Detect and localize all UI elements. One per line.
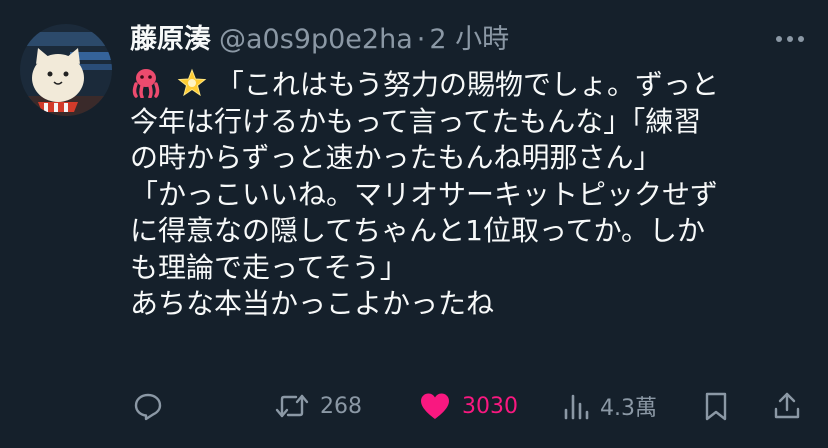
- share-icon: [774, 392, 800, 419]
- tweet-line: あちな本当かっこよかったね: [130, 287, 495, 320]
- tweet-line: 「これはもう努力の賜物でしょ。ずっと: [130, 67, 810, 104]
- tweet-text: 「これはもう努力の賜物でしょ。ずっと 今年は行けるかもって言ってたもんな」「練習…: [130, 67, 810, 323]
- retweet-count: 268: [320, 393, 362, 419]
- octopus-emoji: [130, 68, 162, 108]
- tweet-line-text: 「これはもう努力の賜物でしょ。ずっと: [215, 68, 719, 101]
- views-button[interactable]: 4.3萬: [562, 386, 657, 426]
- reply-icon: [134, 393, 162, 421]
- like-count: 3030: [462, 393, 518, 419]
- tweet-line: の時からずっと速かったもんね明那さん」: [130, 141, 662, 174]
- tweet-header: 藤原湊 @a0s9p0e2ha · 2 小時: [130, 20, 509, 60]
- avatar[interactable]: [20, 24, 112, 116]
- like-button[interactable]: 3030: [418, 386, 518, 426]
- action-bar: 268 3030 4.3萬: [130, 386, 810, 426]
- separator-dot: ·: [416, 24, 426, 55]
- share-button[interactable]: [772, 386, 802, 426]
- glowing-star-emoji: [177, 68, 207, 108]
- tweet-line: 「かっこいいね。マリオサーキットピックせず: [130, 177, 719, 211]
- tweet-line: 今年は行けるかもって言ってたもんな」「練習: [130, 104, 702, 138]
- more-options-button[interactable]: [772, 24, 808, 54]
- tweet-line: に得意なの隠してちゃんと1位取ってか。しか: [130, 214, 706, 247]
- more-icon: [776, 36, 804, 42]
- user-handle[interactable]: @a0s9p0e2ha: [219, 20, 413, 60]
- tweet-card: 藤原湊 @a0s9p0e2ha · 2 小時 「これはもう努力の賜物でしょ。ずっ…: [0, 0, 828, 448]
- heart-icon: [421, 393, 449, 419]
- display-name[interactable]: 藤原湊: [130, 20, 211, 60]
- reply-button[interactable]: [132, 386, 174, 426]
- views-count: 4.3萬: [600, 396, 657, 421]
- bookmark-icon: [705, 392, 727, 421]
- bookmark-button[interactable]: [702, 386, 730, 426]
- retweet-button[interactable]: 268: [274, 386, 362, 426]
- retweet-icon: [275, 394, 309, 418]
- views-icon: [564, 394, 589, 420]
- timestamp[interactable]: 2 小時: [429, 20, 509, 60]
- tweet-line: も理論で走ってそう」: [130, 250, 408, 284]
